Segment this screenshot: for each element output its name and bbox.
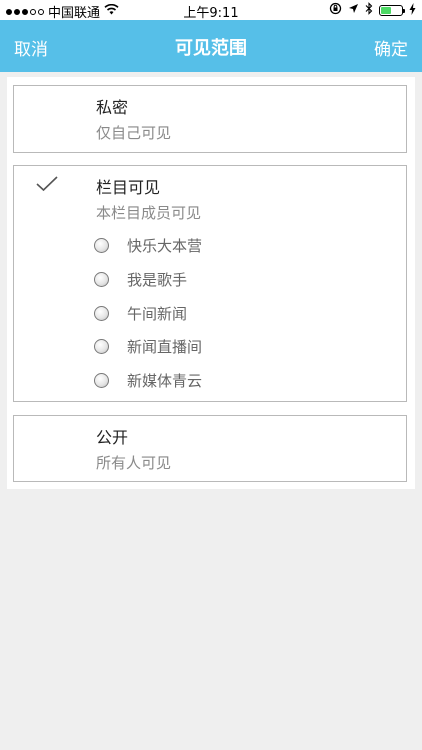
radio-button[interactable] — [94, 238, 109, 253]
page-title: 可见范围 — [175, 38, 247, 59]
column-radio-label: 午间新闻 — [127, 305, 188, 323]
status-bar: 中国联通 上午9:11 — [0, 0, 422, 21]
option-public[interactable]: 公开 所有人可见 — [13, 415, 407, 482]
option-public-subtitle: 所有人可见 — [96, 454, 172, 472]
location-arrow-icon — [348, 3, 359, 18]
option-column-subtitle: 本栏目成员可见 — [96, 204, 202, 222]
column-radio-label: 新闻直播间 — [127, 338, 203, 356]
radio-button[interactable] — [94, 272, 109, 287]
battery-level — [381, 7, 391, 14]
battery-icon — [379, 5, 405, 16]
charging-bolt-icon — [409, 2, 416, 19]
confirm-button[interactable]: 确定 — [374, 35, 408, 60]
column-radio-label: 我是歌手 — [127, 271, 188, 289]
column-radio-item[interactable]: 新闻直播间 — [94, 336, 202, 357]
option-private-title: 私密 — [96, 98, 129, 117]
checkmark-icon — [36, 176, 58, 192]
radio-button[interactable] — [94, 339, 109, 354]
option-column-title: 栏目可见 — [96, 178, 161, 197]
column-radio-label: 快乐大本营 — [127, 237, 203, 255]
column-radio-item[interactable]: 快乐大本营 — [94, 235, 202, 256]
visibility-options-panel: 私密 仅自己可见 栏目可见 本栏目成员可见 快乐大本营 我是歌手 午间新闻 新闻… — [7, 77, 415, 489]
column-radio-item[interactable]: 新媒体青云 — [94, 370, 202, 391]
option-public-title: 公开 — [96, 428, 129, 447]
nav-bar: 取消 可见范围 确定 — [0, 20, 422, 72]
column-radio-item[interactable]: 我是歌手 — [94, 269, 187, 290]
option-private-subtitle: 仅自己可见 — [96, 124, 172, 142]
radio-button[interactable] — [94, 373, 109, 388]
option-private[interactable]: 私密 仅自己可见 — [13, 85, 407, 153]
screen: 中国联通 上午9:11 取消 可见范围 确定 私密 仅自己可见 栏目可见 本栏目… — [0, 0, 422, 750]
column-radio-label: 新媒体青云 — [127, 372, 203, 390]
radio-button[interactable] — [94, 306, 109, 321]
column-radio-item[interactable]: 午间新闻 — [94, 303, 187, 324]
lock-rotation-icon — [329, 2, 342, 19]
option-column[interactable]: 栏目可见 本栏目成员可见 快乐大本营 我是歌手 午间新闻 新闻直播间 新媒体青云 — [13, 165, 407, 402]
status-right — [329, 2, 416, 19]
bluetooth-icon — [365, 2, 373, 19]
